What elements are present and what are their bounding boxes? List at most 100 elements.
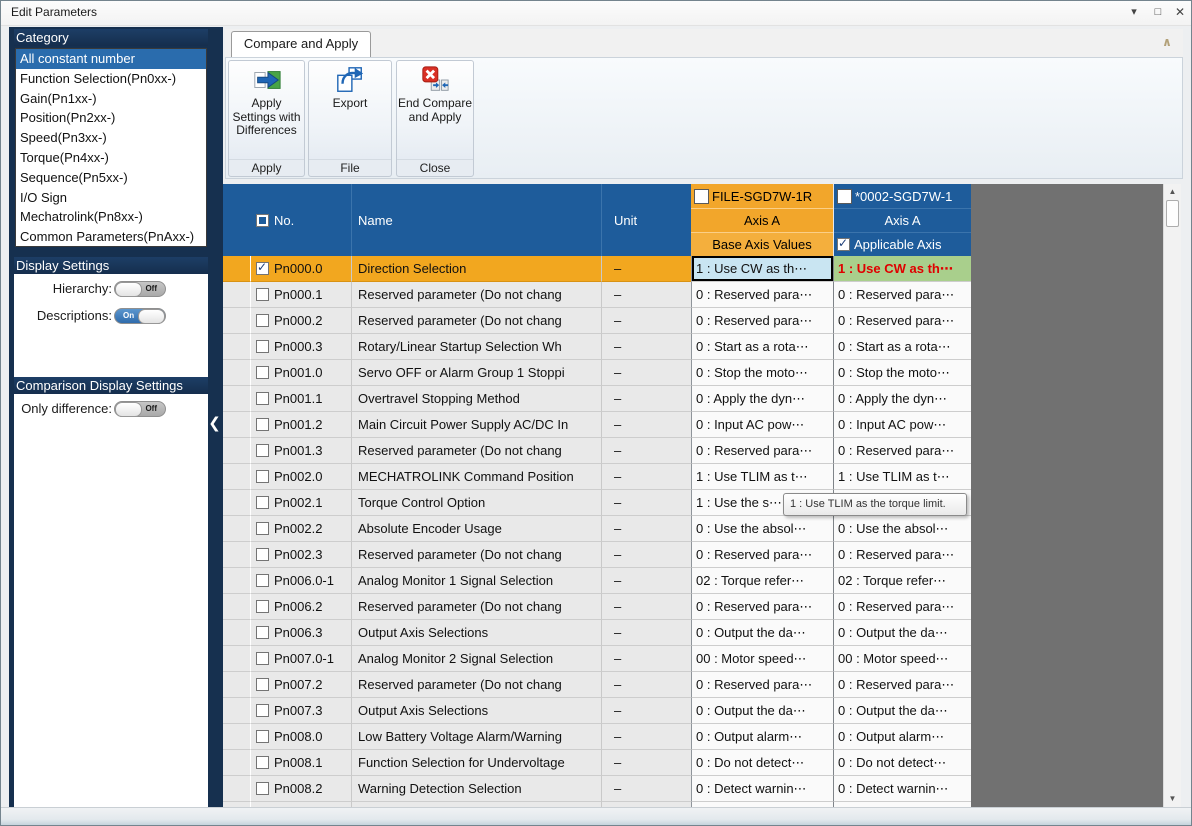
file-value-cell[interactable]: 1 : Use TLIM as t⋯ [691,464,833,490]
param-name-cell[interactable]: Reserved parameter (Do not chang [351,282,601,308]
file-value-cell[interactable]: 0 : Reserved para⋯ [691,594,833,620]
param-name-cell[interactable]: Overtravel Stopping Method [351,386,601,412]
file-value-cell[interactable]: 1 : Use CW as th⋯ [691,256,833,282]
drive-value-cell[interactable]: 0 : Reserved para⋯ [833,308,971,334]
param-name-cell[interactable]: Reserved parameter (Do not chang [351,672,601,698]
drive-source-checkbox[interactable] [837,188,852,204]
param-unit-cell[interactable]: – [601,620,691,646]
param-unit-cell[interactable]: – [601,646,691,672]
param-unit-cell[interactable]: – [601,698,691,724]
param-no-cell[interactable]: Pn001.3 [251,438,351,464]
export-button[interactable]: Export [309,61,391,159]
param-unit-cell[interactable]: – [601,542,691,568]
select-all-checkbox[interactable] [256,213,269,227]
param-name-cell[interactable]: Analog Monitor 2 Signal Selection [351,646,601,672]
param-name-cell[interactable]: Servo OFF or Alarm Group 1 Stoppi [351,360,601,386]
param-name-cell[interactable]: Low Battery Voltage Alarm/Warning [351,724,601,750]
sidebar-category-item[interactable]: Speed(Pn3xx-) [16,128,206,148]
param-no-cell[interactable]: Pn006.2 [251,594,351,620]
drive-value-cell[interactable]: 1 : Use TLIM as t⋯ [833,464,971,490]
row-checkbox[interactable] [256,522,269,535]
param-unit-cell[interactable]: – [601,490,691,516]
drive-value-cell[interactable]: 0 : Reserved para⋯ [833,282,971,308]
row-checkbox[interactable] [256,704,269,717]
descriptions-toggle[interactable]: On [114,307,166,324]
param-name-cell[interactable]: Output Axis Selections [351,620,601,646]
apply-settings-with-differences-button[interactable]: Apply Settings with Differences [229,61,304,159]
row-checkbox[interactable] [256,288,269,301]
param-no-cell[interactable]: Pn000.2 [251,308,351,334]
param-unit-cell[interactable]: – [601,308,691,334]
sidebar-category-item[interactable]: All constant number [16,49,206,69]
param-no-cell[interactable]: Pn008.0 [251,724,351,750]
no-column-header[interactable]: No. [251,184,351,256]
param-no-cell[interactable]: Pn001.2 [251,412,351,438]
sidebar-category-item[interactable]: I/O Sign [16,188,206,208]
param-no-cell[interactable]: Pn000.1 [251,282,351,308]
param-name-cell[interactable]: MECHATROLINK Command Position [351,464,601,490]
menu-dropdown-icon[interactable]: ▾ [1125,4,1143,20]
row-checkbox[interactable] [256,314,269,327]
drive-value-cell[interactable]: 0 : Reserved para⋯ [833,542,971,568]
file-value-cell[interactable]: 0 : Apply the dyn⋯ [691,386,833,412]
row-checkbox[interactable] [256,366,269,379]
param-no-cell[interactable]: Pn008.1 [251,750,351,776]
drive-value-cell[interactable]: 0 : Output the da⋯ [833,620,971,646]
param-name-cell[interactable]: Rotary/Linear Startup Selection Wh [351,334,601,360]
param-name-cell[interactable]: Output Axis Selections [351,698,601,724]
param-no-cell[interactable]: Pn000.0 [251,256,351,282]
file-value-cell[interactable]: 0 : Input AC pow⋯ [691,412,833,438]
drive-source-title[interactable]: *0002-SGD7W-1 [834,184,971,208]
end-compare-and-apply-button[interactable]: End Compare and Apply [397,61,473,159]
param-name-cell[interactable]: Torque Control Option [351,490,601,516]
param-name-cell[interactable]: Function Selection for Undervoltage [351,750,601,776]
row-checkbox[interactable] [256,261,269,275]
file-value-cell[interactable]: 0 : Detect warnin⋯ [691,776,833,802]
param-no-cell[interactable]: Pn002.0 [251,464,351,490]
tab-compare-and-apply[interactable]: Compare and Apply [231,31,371,57]
row-checkbox[interactable] [256,574,269,587]
param-unit-cell[interactable]: – [601,386,691,412]
file-source-checkbox[interactable] [694,188,709,204]
file-value-cell[interactable]: 0 : Reserved para⋯ [691,282,833,308]
drive-value-cell[interactable]: 0 : Reserved para⋯ [833,672,971,698]
param-no-cell[interactable]: Pn001.0 [251,360,351,386]
file-value-cell[interactable]: 0 : Use the absol⋯ [691,516,833,542]
param-name-cell[interactable]: Absolute Encoder Usage [351,516,601,542]
sidebar-category-item[interactable]: Function Selection(Pn0xx-) [16,69,206,89]
file-value-cell[interactable]: 02 : Torque refer⋯ [691,568,833,594]
sidebar-category-item[interactable]: Gain(Pn1xx-) [16,89,206,109]
param-name-cell[interactable]: Reserved parameter (Do not chang [351,438,601,464]
param-unit-cell[interactable]: – [601,594,691,620]
file-value-cell[interactable]: 0 : Reserved para⋯ [691,308,833,334]
only-difference-toggle[interactable]: Off [114,400,166,417]
row-checkbox[interactable] [256,600,269,613]
param-unit-cell[interactable]: – [601,256,691,282]
file-value-cell[interactable]: 0 : Do not detect⋯ [691,750,833,776]
param-no-cell[interactable]: Pn008.2 [251,776,351,802]
file-value-cell[interactable]: 0 : Output the da⋯ [691,698,833,724]
sidebar-category-item[interactable]: Sequence(Pn5xx-) [16,168,206,188]
row-checkbox[interactable] [256,548,269,561]
param-no-cell[interactable]: Pn002.1 [251,490,351,516]
sidebar-category-item[interactable]: Torque(Pn4xx-) [16,148,206,168]
drive-value-cell[interactable]: 0 : Output alarm⋯ [833,724,971,750]
drive-value-cell[interactable]: 1 : Use CW as th⋯ [833,256,971,282]
file-value-cell[interactable]: 0 : Start as a rota⋯ [691,334,833,360]
drive-value-cell[interactable]: 00 : Motor speed⋯ [833,646,971,672]
vertical-scrollbar[interactable]: ▲ ▼ [1163,184,1181,807]
file-value-cell[interactable]: 0 : Output alarm⋯ [691,724,833,750]
param-unit-cell[interactable]: – [601,568,691,594]
param-unit-cell[interactable]: – [601,776,691,802]
param-unit-cell[interactable]: – [601,412,691,438]
drive-value-cell[interactable]: 0 : Detect warnin⋯ [833,776,971,802]
drive-value-cell[interactable]: 0 : Stop the moto⋯ [833,360,971,386]
param-unit-cell[interactable]: – [601,750,691,776]
param-no-cell[interactable]: Pn002.3 [251,542,351,568]
file-value-cell[interactable]: 0 : Reserved para⋯ [691,542,833,568]
row-checkbox[interactable] [256,626,269,639]
sidebar-category-item[interactable]: Mechatrolink(Pn8xx-) [16,207,206,227]
drive-value-cell[interactable]: 0 : Reserved para⋯ [833,438,971,464]
param-unit-cell[interactable]: – [601,360,691,386]
sidebar-category-item[interactable]: Common Parameters(PnAxx-) [16,227,206,246]
